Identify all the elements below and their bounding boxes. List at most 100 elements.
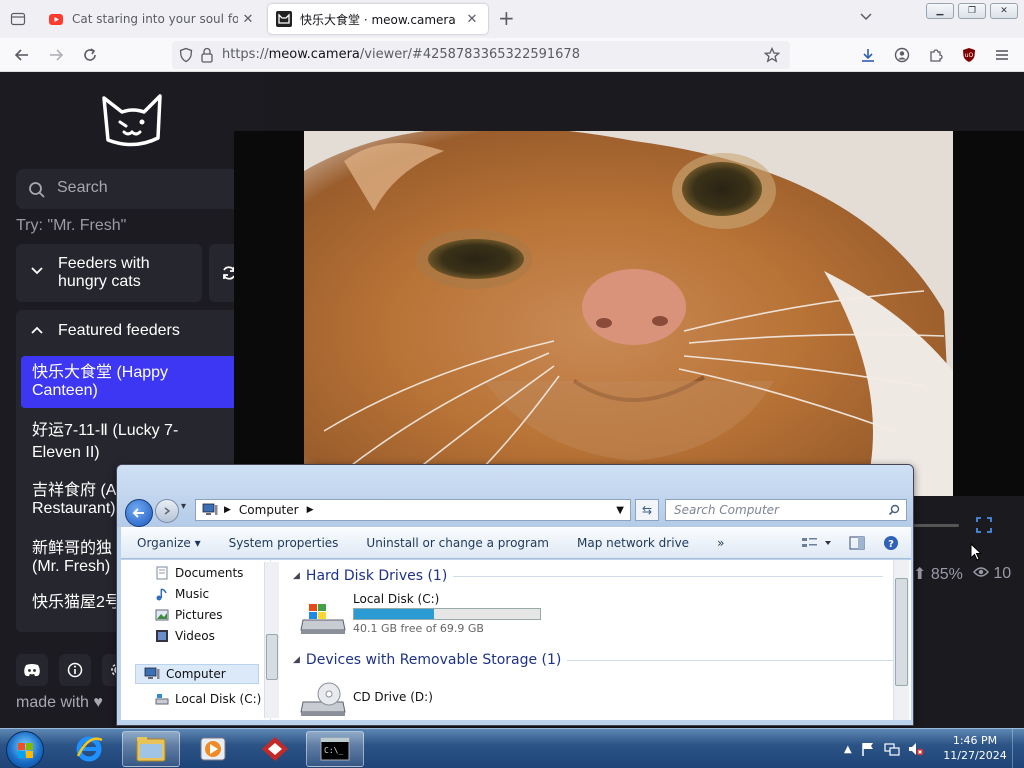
close-window-button[interactable]: ✕ [990,3,1018,19]
search-icon [29,182,45,198]
address-bar[interactable]: ▶ Computer ▶ ▼ [195,499,631,521]
group-header-removable-storage[interactable]: ◢ Devices with Removable Storage (1) [293,652,898,668]
refresh-button[interactable]: ⇆ [635,499,659,521]
show-desktop-button[interactable] [1012,729,1024,768]
system-properties-button[interactable]: System properties [215,536,353,550]
history-dropdown[interactable]: ▾ [181,501,186,512]
content-scrollbar[interactable] [893,560,909,720]
account-button[interactable] [890,43,914,67]
feeder-item-lucky-7-eleven[interactable]: 好运7-11-Ⅱ (Lucky 7- Eleven II) [21,412,256,468]
feeder-name: 好运7-11-Ⅱ (Lucky 7- [32,422,179,439]
back-button[interactable] [125,499,153,527]
arrow-right-icon [50,49,64,61]
feeder-item-happy-canteen[interactable]: 快乐大食堂 (Happy Canteen) [21,356,256,408]
group-header-hard-disk-drives[interactable]: ◢ Hard Disk Drives (1) [293,568,884,584]
taskbar-media-player[interactable] [184,731,242,767]
change-view-icon[interactable] [801,536,831,550]
breadcrumb-separator-icon: ▶ [306,505,314,515]
group-label: Devices with Removable Storage (1) [305,652,562,668]
nav-label: Computer [166,667,226,681]
volume-slider[interactable] [899,512,1024,542]
chevron-down-icon [31,267,43,275]
volume-muted-icon[interactable] [908,741,924,757]
downloads-button[interactable] [856,43,880,67]
start-button[interactable] [6,731,44,768]
feeder-name: Eleven II) [32,444,100,461]
taskbar-app-red[interactable] [246,731,304,767]
navigation-pane: Documents Music Pictures Videos Computer… [121,560,279,720]
app-menu-button[interactable] [990,43,1014,67]
nav-item-documents[interactable]: Documents [155,566,243,580]
nav-item-computer[interactable]: Computer [135,664,259,684]
tab-meow-camera[interactable]: 快乐大食堂 · meow.camera ✕ [268,4,488,34]
help-icon[interactable]: ? [883,535,899,551]
featured-feeders-toggle[interactable]: Featured feeders [16,310,256,352]
nav-item-videos[interactable]: Videos [155,629,215,643]
computer-icon [144,667,160,679]
list-all-tabs-button[interactable] [858,8,874,28]
network-icon[interactable] [884,741,900,757]
navigation-scrollbar[interactable] [264,562,279,718]
svg-text:uO: uO [965,52,974,59]
lock-icon[interactable] [200,47,214,63]
nav-label: Documents [175,566,244,580]
search-input[interactable]: Search [16,169,246,209]
star-icon [764,47,780,63]
hungry-cats-label: Feeders with hungry cats [58,255,150,291]
taskbar-windows-explorer[interactable] [122,731,180,767]
url-text[interactable]: https://meow.camera/viewer/#425878336532… [222,47,580,62]
search-placeholder: Search [57,179,108,196]
extensions-button[interactable] [924,43,948,67]
hungry-cats-toggle[interactable]: Feeders with hungry cats [16,244,202,302]
info-button[interactable] [59,654,91,686]
tab-close-button[interactable]: ✕ [462,12,482,27]
new-tab-button[interactable]: + [498,8,515,28]
url-bar[interactable]: https://meow.camera/viewer/#425878336532… [172,41,790,69]
windows-taskbar: C:\_ ▲ 1:46 PM 11/27/2024 [0,728,1024,768]
nav-item-pictures[interactable]: Pictures [155,608,223,622]
address-dropdown-icon[interactable]: ▼ [616,505,624,516]
bookmark-button[interactable] [760,43,784,67]
ublock-button[interactable]: uO [957,43,981,67]
made-with-credit: made with ♥ [16,694,103,711]
preview-pane-icon[interactable] [849,536,865,550]
scrollbar-thumb[interactable] [266,634,278,680]
taskbar-clock[interactable]: 1:46 PM 11/27/2024 [940,733,1010,763]
local-disk-item[interactable]: Local Disk (C:) 40.1 GB free of 69.9 GB [299,592,599,642]
reload-button[interactable] [78,43,102,67]
meow-camera-logo[interactable] [98,88,168,152]
youtube-icon [48,11,64,27]
cat-video-feed[interactable] [304,131,953,496]
uninstall-program-button[interactable]: Uninstall or change a program [352,536,563,550]
nav-label: Pictures [175,608,223,622]
arrow-left-icon [132,508,144,518]
more-commands-button[interactable]: » [703,536,738,550]
back-button[interactable] [10,43,34,67]
tab-list-button[interactable] [6,7,30,31]
forward-button[interactable] [44,43,68,67]
nav-item-music[interactable]: Music [155,587,209,601]
cd-drive-icon [300,682,346,716]
map-network-drive-button[interactable]: Map network drive [563,536,703,550]
collapse-icon: ◢ [293,655,300,665]
scrollbar-thumb[interactable] [895,578,908,686]
folder-icon [136,737,166,762]
tab-close-button[interactable]: ✕ [238,12,258,27]
organize-menu[interactable]: Organize ▾ [121,536,215,550]
show-hidden-icons-button[interactable]: ▲ [844,744,852,755]
mouse-cursor-icon [970,543,982,561]
discord-button[interactable] [16,654,48,686]
tab-cat-video[interactable]: Cat staring into your soul for 1 ✕ [40,4,264,34]
fullscreen-icon[interactable] [975,516,993,534]
eye-icon [972,567,989,577]
action-center-flag-icon[interactable] [860,741,876,757]
taskbar-internet-explorer[interactable] [60,731,118,767]
nav-item-local-disk[interactable]: Local Disk (C:) [155,692,261,706]
forward-button[interactable] [155,499,179,523]
search-computer-input[interactable]: Search Computer [665,499,907,521]
taskbar-command-prompt[interactable]: C:\_ [306,731,364,767]
restore-button[interactable]: ❐ [958,3,986,19]
minimize-button[interactable]: ▁ [926,3,954,19]
shield-icon[interactable] [178,47,194,63]
cd-drive-item[interactable]: CD Drive (D:) [299,680,599,720]
